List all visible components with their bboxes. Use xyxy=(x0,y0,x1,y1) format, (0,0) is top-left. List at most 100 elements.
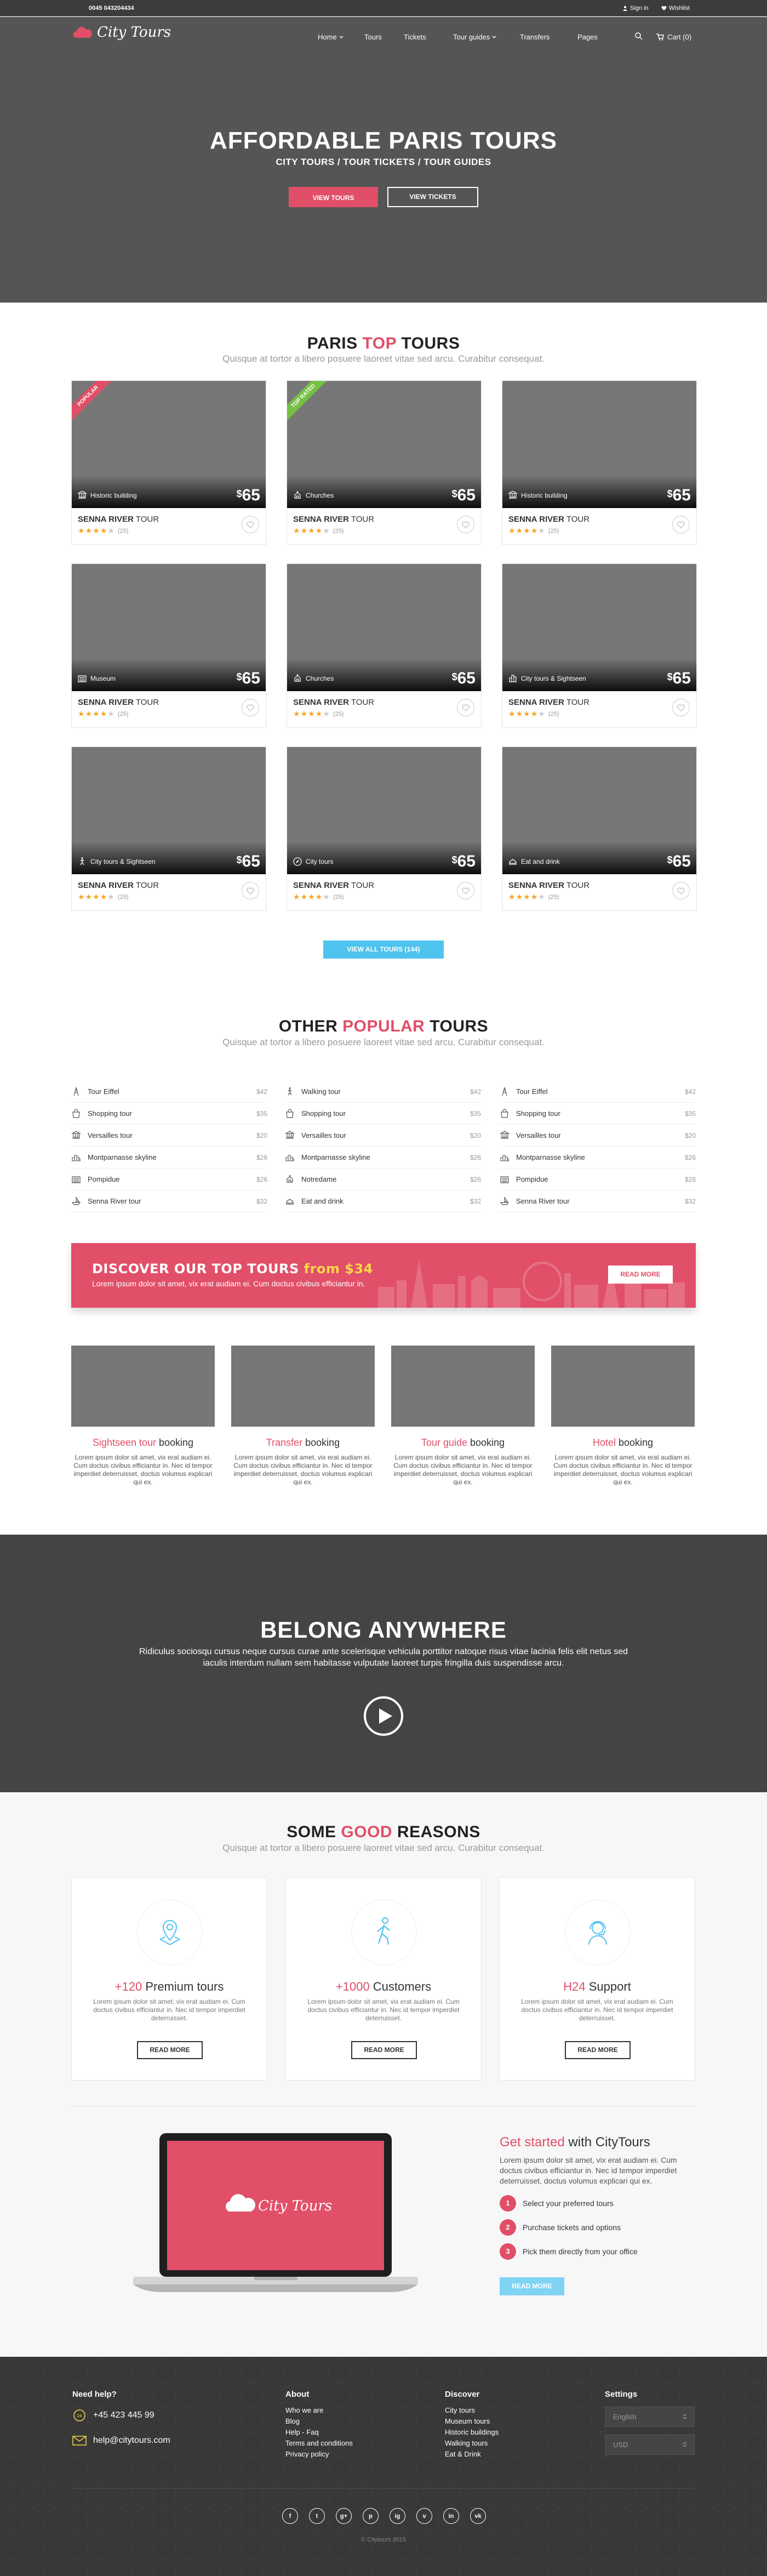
tour-name[interactable]: SENNA RIVER TOUR xyxy=(293,515,374,524)
tour-name[interactable]: SENNA RIVER TOUR xyxy=(293,698,374,707)
popular-tour-item[interactable]: Tour Eiffel $42 xyxy=(71,1081,267,1103)
logo[interactable]: City Tours xyxy=(73,24,171,41)
tour-image[interactable]: POPULAR Historic building $65 xyxy=(72,381,266,508)
popular-tour-item[interactable]: Shopping tour $35 xyxy=(71,1103,267,1125)
tour-name[interactable]: SENNA RIVER TOUR xyxy=(508,881,589,890)
cart-link[interactable]: Cart (0) xyxy=(656,33,691,41)
tour-name[interactable]: SENNA RIVER TOUR xyxy=(78,515,159,524)
wishlist-heart-button[interactable] xyxy=(242,882,259,899)
tour-card[interactable]: TOP RATED Churches $65 SENNA RIVER TOUR ★ ★ ★ ★… xyxy=(287,380,482,545)
popular-tour-item[interactable]: Pompidue $26 xyxy=(71,1169,267,1190)
popular-tour-item[interactable]: Montparnasse skyline $26 xyxy=(500,1147,696,1169)
tour-name[interactable]: SENNA RIVER TOUR xyxy=(293,881,374,890)
tour-name[interactable]: SENNA RIVER TOUR xyxy=(508,515,589,524)
wishlist-link[interactable]: Wishlist xyxy=(661,5,690,12)
popular-tour-item[interactable]: Shopping tour $35 xyxy=(285,1103,481,1125)
nav-pages[interactable]: Pages xyxy=(577,33,598,41)
wishlist-heart-button[interactable] xyxy=(457,699,474,716)
tour-card[interactable]: POPULAR Historic building $65 SENNA RIVER T… xyxy=(71,380,266,545)
popular-tour-item[interactable]: Montparnasse skyline $26 xyxy=(285,1147,481,1169)
tour-name[interactable]: SENNA RIVER TOUR xyxy=(78,881,159,890)
popular-tour-item[interactable]: Pompidue $26 xyxy=(500,1169,696,1190)
footer-link[interactable]: Help - Faq xyxy=(285,2428,319,2436)
vk-icon[interactable]: vk xyxy=(470,2508,486,2524)
nav-tours[interactable]: Tours xyxy=(364,33,382,41)
popular-tour-item[interactable]: Montparnasse skyline $26 xyxy=(71,1147,267,1169)
search-icon[interactable] xyxy=(634,32,643,41)
reason-read-more-button[interactable]: READ MORE xyxy=(137,2041,203,2059)
linkedin-icon[interactable]: in xyxy=(443,2508,459,2524)
tour-card[interactable]: Churches $65 SENNA RIVER TOUR ★ ★ ★ ★ ★ (25) xyxy=(287,563,482,728)
tour-image[interactable]: Museum $65 xyxy=(72,564,266,691)
wishlist-heart-button[interactable] xyxy=(457,882,474,899)
popular-tour-item[interactable]: Senna River tour $32 xyxy=(500,1190,696,1212)
wishlist-heart-button[interactable] xyxy=(242,516,259,533)
footer-link[interactable]: Museum tours xyxy=(445,2417,490,2425)
popular-tour-item[interactable]: Senna River tour $32 xyxy=(71,1190,267,1212)
nav-tour-guides[interactable]: Tour guides xyxy=(453,33,496,41)
tour-image[interactable]: Historic building $65 xyxy=(502,381,696,508)
tour-name[interactable]: SENNA RIVER TOUR xyxy=(508,698,589,707)
view-tickets-button[interactable]: VIEW TICKETS xyxy=(387,187,478,207)
reason-read-more-button[interactable]: READ MORE xyxy=(565,2041,631,2059)
get-started-read-more-button[interactable]: READ MORE xyxy=(500,2277,564,2295)
reason-title-highlight: +120 xyxy=(115,1980,142,1993)
vimeo-icon[interactable]: v xyxy=(416,2508,432,2524)
popular-tour-item[interactable]: Versailles tour $20 xyxy=(500,1125,696,1147)
popular-tour-item[interactable]: Versailles tour $20 xyxy=(71,1125,267,1147)
tour-card[interactable]: Eat and drink $65 SENNA RIVER TOUR ★ ★ ★ ★ ★ (25… xyxy=(502,746,697,911)
popular-tour-item[interactable]: Walking tour $42 xyxy=(285,1081,481,1103)
footer-email[interactable]: help@citytours.com xyxy=(72,2435,170,2446)
play-icon[interactable] xyxy=(363,1695,404,1737)
tour-image[interactable]: TOP RATED Churches $65 xyxy=(287,381,481,508)
nav-transfers[interactable]: Transfers xyxy=(520,33,550,41)
popular-tour-item[interactable]: Notredame $26 xyxy=(285,1169,481,1190)
tour-card[interactable]: City tours & Sightseen $65 SENNA RIVER TOU… xyxy=(502,563,697,728)
wishlist-heart-button[interactable] xyxy=(242,699,259,716)
tour-card[interactable]: City tours $65 SENNA RIVER TOUR ★ ★ ★ ★ ★ (25) xyxy=(287,746,482,911)
google-plus-icon[interactable]: g+ xyxy=(336,2508,352,2524)
tour-card[interactable]: Historic building $65 SENNA RIVER TOUR ★ ★ ★ ★… xyxy=(502,380,697,545)
wishlist-heart-button[interactable] xyxy=(672,882,690,899)
tour-card[interactable]: City tours & Sightseen $65 SENNA RIVER TOU… xyxy=(71,746,266,911)
view-all-tours-button[interactable]: VIEW ALL TOURS (144) xyxy=(323,941,444,959)
tour-image[interactable]: City tours & Sightseen $65 xyxy=(502,564,696,691)
popular-tour-item[interactable]: Versailles tour $20 xyxy=(285,1125,481,1147)
banner-read-more-button[interactable]: READ MORE xyxy=(608,1266,673,1284)
language-select[interactable]: English xyxy=(605,2407,695,2427)
tour-image[interactable]: City tours & Sightseen $65 xyxy=(72,747,266,874)
footer-link[interactable]: Blog xyxy=(285,2417,300,2425)
facebook-icon[interactable]: f xyxy=(282,2508,298,2524)
tour-image[interactable]: Churches $65 xyxy=(287,564,481,691)
currency-select[interactable]: USD xyxy=(605,2435,695,2455)
footer-phone[interactable]: 24 +45 423 445 99 xyxy=(72,2409,154,2422)
sign-in-link[interactable]: Sign in xyxy=(622,5,649,12)
wishlist-heart-button[interactable] xyxy=(672,516,690,533)
tour-card[interactable]: Museum $65 SENNA RIVER TOUR ★ ★ ★ ★ ★ (25) xyxy=(71,563,266,728)
tour-image[interactable]: City tours $65 xyxy=(287,747,481,874)
popular-tour-item[interactable]: Tour Eiffel $42 xyxy=(500,1081,696,1103)
pinterest-icon[interactable]: p xyxy=(363,2508,379,2524)
view-tours-button[interactable]: VIEW TOURS xyxy=(289,187,378,207)
instagram-icon[interactable]: ig xyxy=(390,2508,405,2524)
nav-tickets[interactable]: Tickets xyxy=(404,33,426,41)
footer-link[interactable]: City tours xyxy=(445,2406,475,2414)
popular-tour-item[interactable]: Eat and drink $32 xyxy=(285,1190,481,1212)
wishlist-heart-button[interactable] xyxy=(457,516,474,533)
twitter-icon[interactable]: t xyxy=(309,2508,325,2524)
popular-tour-item[interactable]: Shopping tour $35 xyxy=(500,1103,696,1125)
tour-name[interactable]: SENNA RIVER TOUR xyxy=(78,698,159,707)
tour-name-main: SENNA RIVER xyxy=(293,881,349,890)
nav-home[interactable]: Home xyxy=(318,33,344,41)
footer-link[interactable]: Who we are xyxy=(285,2406,323,2414)
tour-image[interactable]: Eat and drink $65 xyxy=(502,747,696,874)
footer-link[interactable]: Eat & Drink xyxy=(445,2450,481,2458)
footer-link[interactable]: Historic buildings xyxy=(445,2428,499,2436)
skyline-icon xyxy=(500,1154,509,1161)
reason-read-more-button[interactable]: READ MORE xyxy=(351,2041,417,2059)
footer-link[interactable]: Walking tours xyxy=(445,2439,488,2447)
footer-link[interactable]: Terms and conditions xyxy=(285,2439,353,2447)
list-icon-wrap xyxy=(500,1130,516,1141)
wishlist-heart-button[interactable] xyxy=(672,699,690,716)
footer-link[interactable]: Privacy policy xyxy=(285,2450,329,2458)
